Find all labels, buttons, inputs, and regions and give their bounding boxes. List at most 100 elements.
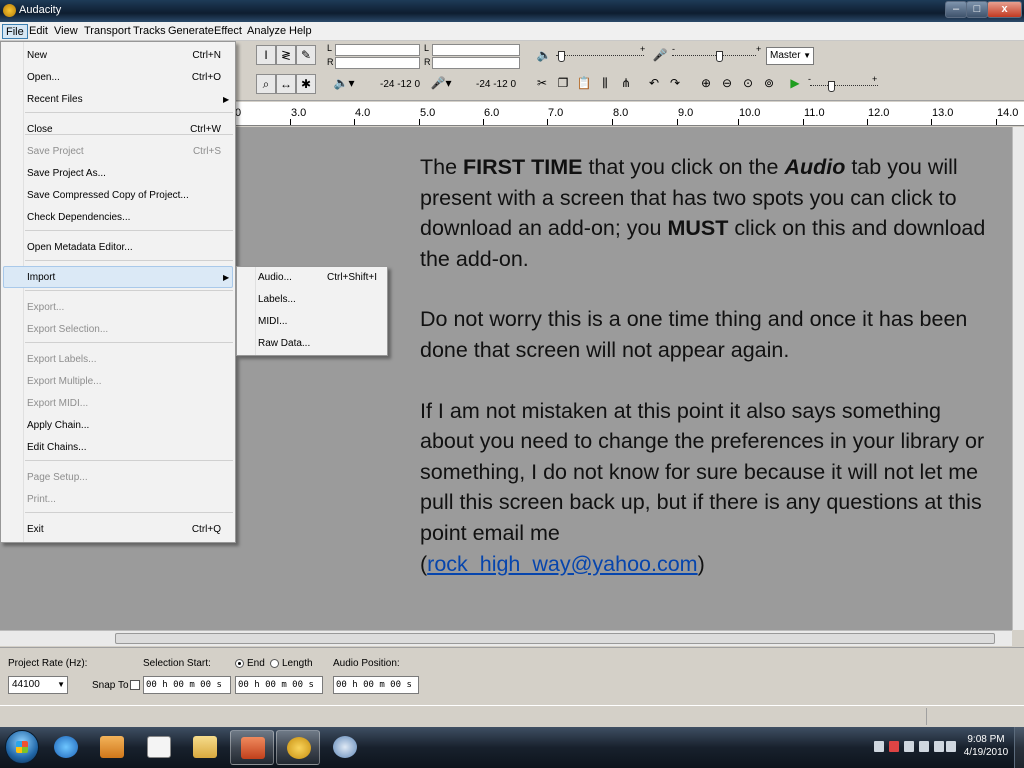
record-volume-track[interactable] — [672, 55, 756, 56]
taskbar-media-player[interactable] — [90, 730, 134, 765]
chevron-down-icon: ▼ — [803, 51, 811, 60]
draw-tool-icon[interactable]: ✎ — [296, 45, 316, 65]
copy-icon[interactable]: ❐ — [553, 74, 573, 94]
taskbar-powerpoint[interactable] — [230, 730, 274, 765]
envelope-tool-icon[interactable]: ≷ — [276, 45, 296, 65]
file-menu-item-exit[interactable]: Exit — [27, 523, 44, 537]
record-volume-thumb[interactable] — [716, 51, 723, 62]
taskbar-document[interactable] — [137, 730, 181, 765]
taskbar — [0, 727, 1024, 768]
ruler-label: 4.0 — [355, 107, 371, 119]
ruler-tick — [612, 119, 613, 125]
import-menu-item-midi[interactable]: MIDI... — [258, 315, 287, 329]
playback-volume-track[interactable] — [556, 55, 644, 56]
tray-network-icon[interactable] — [919, 741, 929, 752]
menu-view[interactable]: View — [51, 24, 81, 39]
file-menu-shortcut: Ctrl+O — [191, 72, 221, 83]
menu-help[interactable]: Help — [286, 24, 315, 39]
playback-meter-left[interactable] — [335, 44, 420, 56]
import-menu-item-audio[interactable]: Audio... — [258, 271, 292, 285]
trim-icon[interactable]: ⫼ — [595, 74, 615, 94]
tray-flag-icon[interactable] — [889, 741, 899, 752]
taskbar-internet-explorer[interactable] — [44, 730, 88, 765]
file-menu-item-recent-files[interactable]: Recent Files — [27, 93, 83, 107]
start-button[interactable] — [5, 730, 39, 764]
selection-end-field[interactable]: 00 h 00 m 00 s — [235, 676, 323, 694]
taskbar-explorer[interactable] — [183, 730, 227, 765]
menu-tracks[interactable]: Tracks — [130, 24, 169, 39]
file-menu-item-close[interactable]: Close — [27, 123, 53, 137]
tray-arrow-icon[interactable] — [874, 741, 884, 752]
timeshift-tool-icon[interactable]: ↔ — [276, 74, 296, 94]
playback-meter-right[interactable] — [335, 57, 420, 69]
import-menu-item-raw-data[interactable]: Raw Data... — [258, 337, 310, 351]
show-desktop-button[interactable] — [1014, 727, 1024, 768]
horizontal-scrollbar[interactable] — [0, 630, 1012, 646]
tray-volume-icon[interactable] — [946, 741, 956, 752]
file-menu-item-export-selection: Export Selection... — [27, 324, 109, 335]
file-menu-shortcut: Ctrl+W — [190, 124, 221, 135]
menu-generate[interactable]: Generate — [165, 24, 217, 39]
audio-position-field[interactable]: 00 h 00 m 00 s — [333, 676, 419, 694]
redo-icon[interactable]: ↷ — [665, 74, 685, 94]
snap-to-checkbox[interactable] — [130, 680, 140, 690]
speaker-icon[interactable]: 🔈▾ — [330, 74, 358, 94]
play-speed-thumb[interactable] — [828, 81, 835, 92]
menu-analyze[interactable]: Analyze — [244, 24, 289, 39]
minimize-button[interactable]: – — [945, 1, 967, 18]
record-meter-left[interactable] — [432, 44, 520, 56]
playback-volume-thumb[interactable] — [558, 51, 565, 62]
project-rate-value: 44100 — [12, 679, 40, 690]
file-menu-item-new[interactable]: New — [27, 49, 47, 63]
paste-icon[interactable]: 📋 — [574, 74, 594, 94]
file-menu-item-open-metadata-editor[interactable]: Open Metadata Editor... — [27, 241, 133, 255]
vertical-scrollbar[interactable] — [1012, 127, 1024, 630]
multi-tool-icon[interactable]: ✱ — [296, 74, 316, 94]
microphone-icon[interactable]: 🎤▾ — [426, 74, 456, 94]
email-link[interactable]: rock_high_way@yahoo.com — [427, 552, 697, 576]
horizontal-scroll-thumb[interactable] — [115, 633, 995, 644]
input-source-select[interactable]: Master ▼ — [766, 47, 814, 65]
end-radio[interactable] — [235, 659, 244, 668]
system-clock[interactable]: 9:08 PM 4/19/2010 — [960, 733, 1012, 759]
silence-icon[interactable]: ⋔ — [616, 74, 636, 94]
fit-project-icon[interactable]: ⊚ — [759, 74, 779, 94]
input-source-value: Master — [770, 50, 801, 61]
zoom-out-icon[interactable]: ⊖ — [717, 74, 737, 94]
file-menu-item-save-project-as[interactable]: Save Project As... — [27, 167, 106, 181]
taskbar-audacity[interactable] — [276, 730, 320, 765]
tray-signal-icon[interactable] — [934, 741, 944, 752]
play-at-speed-icon[interactable]: ▶ — [785, 74, 805, 94]
length-radio[interactable] — [270, 659, 279, 668]
play-speed-track[interactable] — [810, 85, 878, 86]
file-menu-item-open[interactable]: Open... — [27, 71, 60, 85]
file-menu-item-save-compressed-copy-of-project[interactable]: Save Compressed Copy of Project... — [27, 189, 189, 203]
fit-selection-icon[interactable]: ⊙ — [738, 74, 758, 94]
audio-position-label: Audio Position: — [333, 658, 400, 669]
file-menu-item-edit-chains[interactable]: Edit Chains... — [27, 441, 86, 455]
file-menu-item-check-dependencies[interactable]: Check Dependencies... — [27, 211, 130, 225]
menu-edit[interactable]: Edit — [26, 24, 51, 39]
undo-icon[interactable]: ↶ — [644, 74, 664, 94]
selection-tool-icon[interactable]: I — [256, 45, 276, 65]
ruler-tick — [483, 119, 484, 125]
file-menu-item-print: Print... — [27, 494, 56, 505]
taskbar-itunes[interactable] — [323, 730, 367, 765]
file-menu-item-export: Export... — [27, 302, 65, 313]
menu-transport[interactable]: Transport — [81, 24, 134, 39]
tray-device-icon[interactable] — [904, 741, 914, 752]
close-button[interactable]: x — [987, 1, 1022, 18]
import-menu-item-labels[interactable]: Labels... — [258, 293, 296, 307]
record-meter-right[interactable] — [432, 57, 520, 69]
menu-effect[interactable]: Effect — [211, 24, 245, 39]
maximize-button[interactable]: □ — [966, 1, 988, 18]
file-menu-item-import[interactable]: Import — [27, 271, 55, 285]
selection-start-field[interactable]: 00 h 00 m 00 s — [143, 676, 231, 694]
project-rate-select[interactable]: 44100 ▼ — [8, 676, 68, 694]
zoom-in-icon[interactable]: ⊕ — [696, 74, 716, 94]
play-speed-plus: + — [872, 74, 878, 84]
cut-icon[interactable]: ✂ — [532, 74, 552, 94]
menu-file[interactable]: File — [2, 24, 28, 39]
zoom-tool-icon[interactable]: ⌕ — [256, 74, 276, 94]
file-menu-item-apply-chain[interactable]: Apply Chain... — [27, 419, 89, 433]
